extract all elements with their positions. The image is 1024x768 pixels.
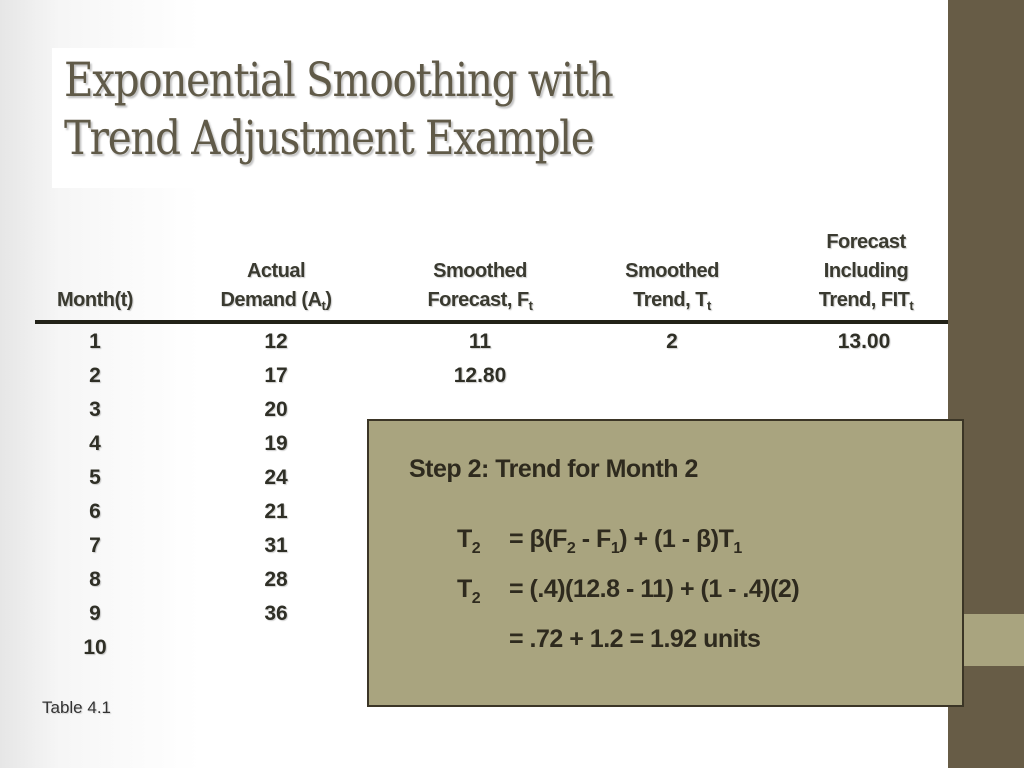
cell-demand: 20 (264, 398, 288, 421)
header-smoothed-trend: Smoothed Trend, Tt (625, 260, 719, 313)
cell-month: 8 (89, 568, 101, 591)
slide-title: Exponential Smoothing with Trend Adjustm… (64, 52, 614, 168)
step-title: Step 2: Trend for Month 2 (409, 455, 698, 483)
cell-forecast: 11 (468, 330, 492, 353)
cell-month: 9 (89, 602, 101, 625)
cell-fit: 13.00 (837, 330, 891, 353)
cell-month: 6 (89, 500, 101, 523)
cell-demand: 36 (264, 602, 288, 625)
cell-month: 3 (89, 398, 101, 421)
cell-demand: 12 (264, 330, 288, 353)
header-actual-demand: Actual Demand (At) (220, 260, 332, 313)
cell-month: 1 (89, 330, 101, 353)
title-line-2: Trend Adjustment Example (64, 111, 595, 166)
equation-result: = .72 + 1.2 = 1.92 units (509, 625, 761, 653)
cell-demand: 24 (264, 466, 288, 489)
cell-trend: 2 (666, 330, 678, 353)
equation-substitution: T2 = (.4)(12.8 - 11) + (1 - .4)(2) (457, 575, 800, 607)
cell-forecast: 12.80 (453, 364, 507, 387)
equation-formula: T2 = β(F2 - F1) + (1 - β)T1 (457, 525, 742, 557)
step-callout-box: Step 2: Trend for Month 2 T2 = β(F2 - F1)… (367, 419, 964, 707)
table-caption: Table 4.1 (42, 698, 111, 717)
cell-month: 5 (89, 466, 101, 489)
header-month: Month(t) (57, 289, 133, 311)
cell-demand: 28 (264, 568, 288, 591)
cell-month: 4 (89, 432, 101, 455)
cell-month: 2 (89, 364, 101, 387)
cell-demand: 19 (264, 432, 288, 455)
cell-month: 10 (83, 636, 107, 659)
title-line-1: Exponential Smoothing with (64, 53, 614, 108)
cell-demand: 21 (264, 500, 288, 523)
header-fit: Forecast Including Trend, FITt (818, 231, 914, 313)
cell-demand: 17 (264, 364, 288, 387)
header-smoothed-forecast: Smoothed Forecast, Ft (427, 260, 533, 313)
cell-demand: 31 (264, 534, 288, 557)
cell-month: 7 (89, 534, 101, 557)
header-rule (35, 320, 948, 324)
